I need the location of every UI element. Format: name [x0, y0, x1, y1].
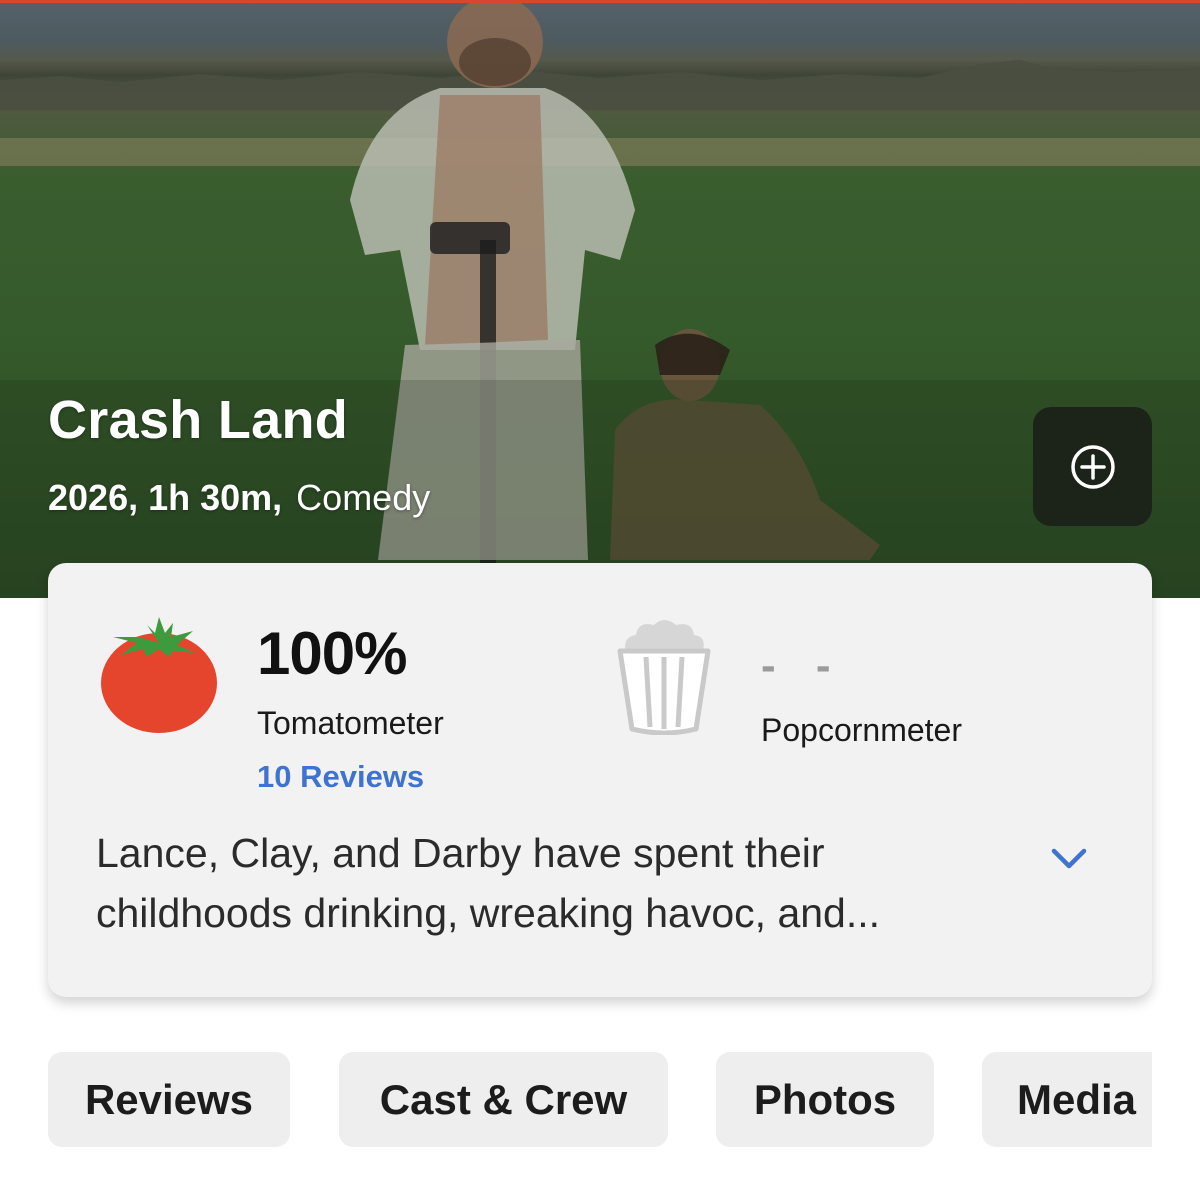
movie-meta: 2026, 1h 30m, Comedy — [48, 476, 430, 520]
popcornmeter-score: - - — [761, 641, 845, 690]
tomatometer-score: 100% — [257, 620, 407, 687]
chevron-down-icon[interactable] — [1048, 839, 1090, 881]
tab-cast-crew[interactable]: Cast & Crew — [339, 1052, 668, 1147]
hero-backdrop: Crash Land 2026, 1h 30m, Comedy — [0, 0, 1200, 598]
tab-photos[interactable]: Photos — [716, 1052, 934, 1147]
popcornmeter-label: Popcornmeter — [761, 712, 962, 748]
top-accent-line — [0, 0, 1200, 3]
year-runtime: 2026, 1h 30m, — [48, 477, 283, 518]
tomatometer-label: Tomatometer — [257, 705, 444, 741]
tomato-icon — [101, 617, 217, 733]
section-tabs: Reviews Cast & Crew Photos Media — [48, 1052, 1152, 1148]
tab-media[interactable]: Media — [982, 1052, 1152, 1147]
scores-card: 100% Tomatometer 10 Reviews - - Popcornm… — [48, 563, 1152, 997]
synopsis-text: Lance, Clay, and Darby have spent their … — [96, 830, 881, 936]
tab-reviews[interactable]: Reviews — [48, 1052, 290, 1147]
add-to-watchlist-button[interactable] — [1033, 407, 1152, 526]
popcorn-bucket-icon — [617, 620, 711, 735]
genre: Comedy — [296, 477, 431, 518]
reviews-count-link[interactable]: 10 Reviews — [257, 758, 424, 796]
movie-title: Crash Land — [48, 390, 349, 450]
plus-circle-icon — [1070, 444, 1115, 489]
